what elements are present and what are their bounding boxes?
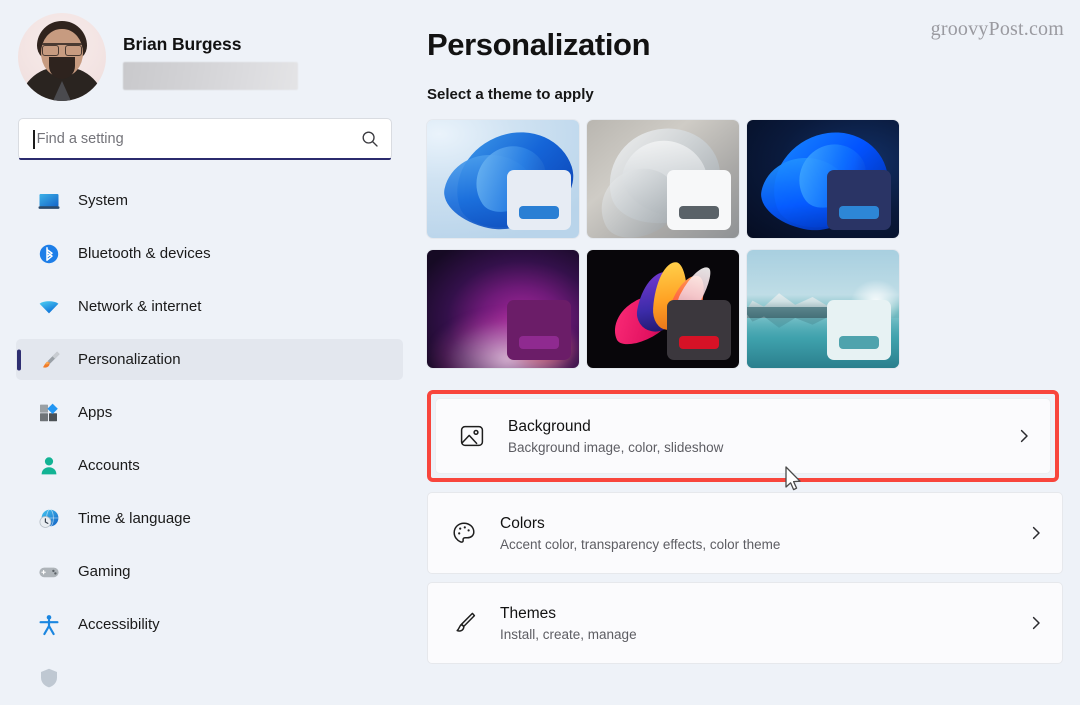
theme-preview-window bbox=[507, 300, 571, 360]
theme-preview-window bbox=[827, 300, 891, 360]
settings-card-list: Background Background image, color, slid… bbox=[427, 390, 1067, 664]
chevron-right-icon[interactable] bbox=[1028, 525, 1044, 541]
theme-preview-window bbox=[667, 300, 731, 360]
themes-card-wrap: Themes Install, create, manage bbox=[427, 582, 1067, 664]
sidebar-item-label: Gaming bbox=[78, 562, 131, 580]
card-title: Colors bbox=[500, 514, 545, 532]
main-content: groovyPost.com Personalization Select a … bbox=[419, 0, 1080, 705]
picture-icon bbox=[458, 422, 486, 450]
settings-window: Brian Burgess Find a setting System Blue… bbox=[0, 0, 1080, 705]
account-header[interactable]: Brian Burgess bbox=[0, 0, 419, 101]
sidebar-item-bluetooth-devices[interactable]: Bluetooth & devices bbox=[16, 233, 403, 274]
apps-grid-icon bbox=[38, 402, 60, 424]
sidebar-item-next-partial[interactable] bbox=[16, 657, 403, 698]
card-subtitle: Accent color, transparency effects, colo… bbox=[500, 536, 781, 552]
sidebar: Brian Burgess Find a setting System Blue… bbox=[0, 0, 419, 705]
avatar[interactable] bbox=[18, 13, 106, 101]
theme-preview-window bbox=[507, 170, 571, 230]
sidebar-item-accessibility[interactable]: Accessibility bbox=[16, 604, 403, 645]
person-icon bbox=[38, 455, 60, 477]
navigation-list: System Bluetooth & devices Network & int… bbox=[0, 180, 419, 698]
sidebar-item-label: Bluetooth & devices bbox=[78, 244, 211, 262]
palette-icon bbox=[450, 519, 478, 547]
sidebar-item-label: Personalization bbox=[78, 350, 181, 368]
sidebar-item-apps[interactable]: Apps bbox=[16, 392, 403, 433]
site-watermark: groovyPost.com bbox=[930, 18, 1064, 40]
sidebar-item-accounts[interactable]: Accounts bbox=[16, 445, 403, 486]
paintbrush-outline-icon bbox=[450, 609, 478, 637]
theme-tile-3[interactable] bbox=[747, 120, 899, 238]
search-placeholder: Find a setting bbox=[36, 131, 124, 147]
theme-preview-window bbox=[667, 170, 731, 230]
card-subtitle: Install, create, manage bbox=[500, 626, 637, 642]
text-caret bbox=[33, 129, 35, 149]
card-title: Themes bbox=[500, 604, 556, 622]
theme-tile-6[interactable] bbox=[747, 250, 899, 368]
theme-tile-1[interactable] bbox=[427, 120, 579, 238]
theme-section-label: Select a theme to apply bbox=[427, 86, 594, 103]
sidebar-item-label: Time & language bbox=[78, 509, 191, 527]
theme-tile-2[interactable] bbox=[587, 120, 739, 238]
sidebar-item-personalization[interactable]: Personalization bbox=[16, 339, 403, 380]
sidebar-item-label: Accessibility bbox=[78, 615, 160, 633]
sidebar-item-label: Network & internet bbox=[78, 297, 202, 315]
gamepad-icon bbox=[38, 561, 60, 583]
chevron-right-icon[interactable] bbox=[1028, 615, 1044, 631]
wifi-icon bbox=[38, 296, 60, 318]
clock-globe-icon bbox=[38, 508, 60, 530]
settings-card-colors[interactable]: Colors Accent color, transparency effect… bbox=[427, 492, 1063, 574]
sidebar-item-network-internet[interactable]: Network & internet bbox=[16, 286, 403, 327]
theme-preview-window bbox=[827, 170, 891, 230]
sidebar-item-system[interactable]: System bbox=[16, 180, 403, 221]
account-name: Brian Burgess bbox=[123, 33, 242, 54]
chevron-right-icon[interactable] bbox=[1016, 428, 1032, 444]
system-monitor-icon bbox=[38, 190, 60, 212]
accessibility-person-icon bbox=[38, 614, 60, 636]
theme-tile-4[interactable] bbox=[427, 250, 579, 368]
settings-card-background[interactable]: Background Background image, color, slid… bbox=[435, 398, 1051, 474]
background-card-highlight: Background Background image, color, slid… bbox=[427, 390, 1059, 482]
search-input[interactable]: Find a setting bbox=[18, 118, 392, 160]
paintbrush-icon bbox=[38, 349, 60, 371]
bluetooth-icon bbox=[38, 243, 60, 265]
search-container: Find a setting bbox=[18, 118, 401, 160]
card-subtitle: Background image, color, slideshow bbox=[508, 439, 724, 455]
sidebar-item-label: Accounts bbox=[78, 456, 140, 474]
settings-card-themes[interactable]: Themes Install, create, manage bbox=[427, 582, 1063, 664]
colors-card-wrap: Colors Accent color, transparency effect… bbox=[427, 492, 1067, 574]
sidebar-item-label: System bbox=[78, 191, 129, 209]
theme-grid bbox=[427, 120, 903, 368]
sidebar-item-label: Apps bbox=[78, 403, 113, 421]
sidebar-item-gaming[interactable]: Gaming bbox=[16, 551, 403, 592]
shield-icon bbox=[38, 667, 60, 689]
search-icon[interactable] bbox=[361, 130, 379, 148]
sidebar-item-time-language[interactable]: Time & language bbox=[16, 498, 403, 539]
account-email-masked bbox=[123, 61, 298, 90]
theme-tile-5[interactable] bbox=[587, 250, 739, 368]
card-title: Background bbox=[508, 417, 591, 435]
